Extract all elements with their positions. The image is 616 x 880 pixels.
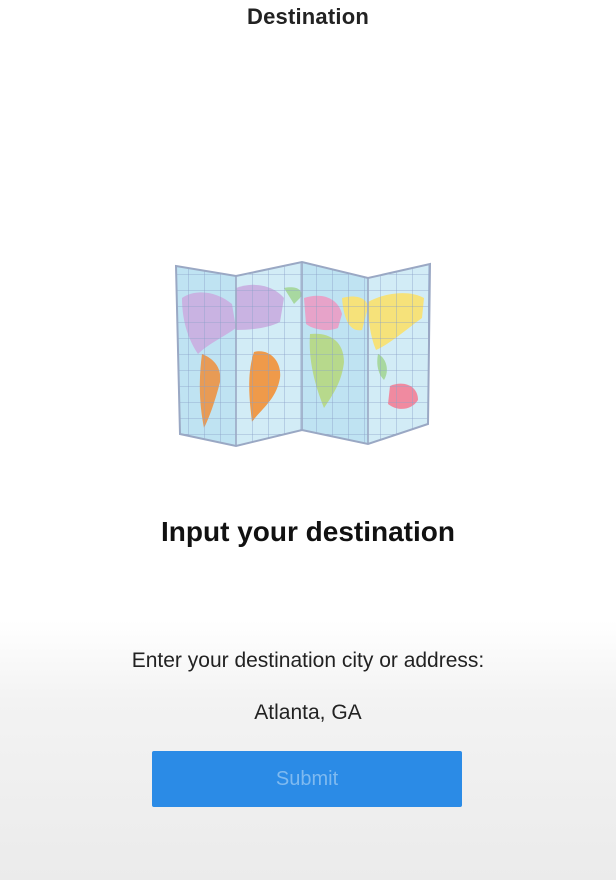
submit-button[interactable]: Submit	[152, 751, 462, 807]
destination-input[interactable]	[158, 698, 458, 728]
world-map-icon	[172, 258, 434, 454]
destination-prompt-label: Enter your destination city or address:	[131, 649, 485, 672]
page-heading: Input your destination	[161, 516, 455, 547]
nav-title: Destination	[247, 4, 369, 29]
